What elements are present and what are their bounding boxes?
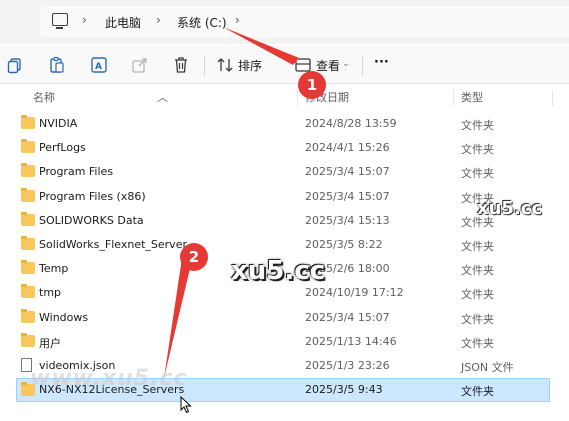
annotation-arrows — [164, 27, 299, 378]
arrow-1 — [223, 27, 299, 65]
arrow-2 — [164, 258, 192, 378]
step-badge-1: 1 — [298, 71, 326, 99]
mouse-cursor-icon — [180, 396, 192, 414]
step-badge-2: 2 — [180, 243, 208, 271]
